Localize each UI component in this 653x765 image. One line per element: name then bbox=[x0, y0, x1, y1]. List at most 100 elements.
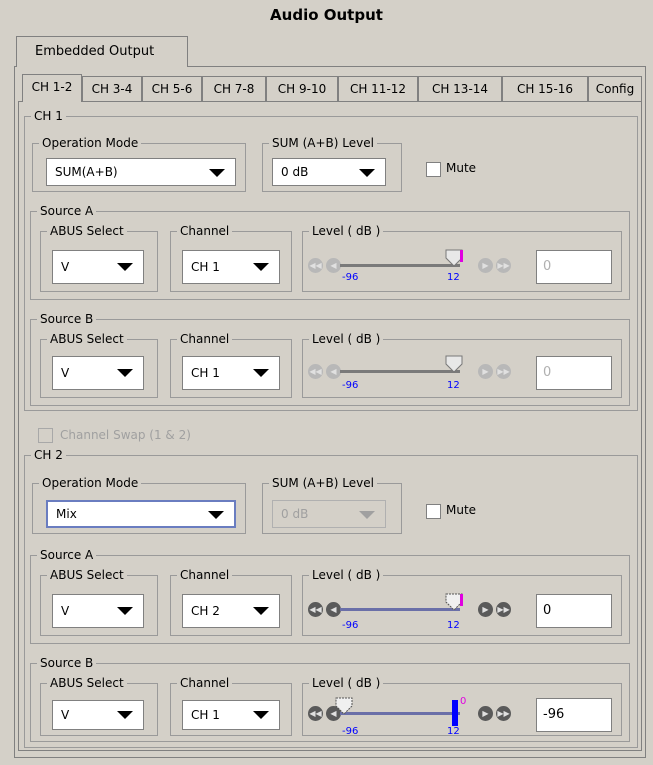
operation-mode-label: Operation Mode bbox=[42, 476, 139, 490]
level-value: 0 bbox=[543, 259, 552, 274]
abus-label: ABUS Select bbox=[50, 676, 124, 690]
tab-config[interactable]: Config bbox=[588, 76, 642, 101]
ch1a-abus-select[interactable]: V bbox=[52, 250, 144, 284]
source-a-legend: Source A bbox=[40, 204, 94, 218]
tab-ch-7-8[interactable]: CH 7-8 bbox=[202, 76, 266, 101]
selected-value: V bbox=[61, 260, 70, 274]
tab-ch-11-12[interactable]: CH 11-12 bbox=[338, 76, 418, 101]
min-tick-label: -96 bbox=[342, 726, 359, 737]
tab-ch-5-6[interactable]: CH 5-6 bbox=[142, 76, 202, 101]
channel-label: Channel bbox=[180, 332, 230, 346]
level-value: 0 bbox=[543, 603, 552, 618]
sum-level-label: SUM (A+B) Level bbox=[272, 136, 374, 150]
abus-label: ABUS Select bbox=[50, 332, 124, 346]
ch2-mute-checkbox[interactable] bbox=[426, 504, 441, 519]
step-back-button[interactable]: ◀ bbox=[326, 602, 341, 617]
ch1-mute-label: Mute bbox=[446, 161, 477, 175]
level-slider-thumb[interactable] bbox=[334, 696, 354, 716]
tab-ch-9-10[interactable]: CH 9-10 bbox=[266, 76, 338, 101]
chevron-down-icon bbox=[253, 607, 269, 615]
operation-mode-label: Operation Mode bbox=[42, 136, 139, 150]
max-tick-label: 12 bbox=[447, 620, 460, 631]
ch1a-channel-select[interactable]: CH 1 bbox=[182, 250, 280, 284]
level-slider-track bbox=[340, 370, 460, 373]
tab-label: Embedded Output bbox=[35, 44, 155, 59]
channel-swap-checkbox[interactable] bbox=[38, 428, 53, 443]
selected-value: V bbox=[61, 708, 70, 722]
audio-output-panel: Audio Output Embedded Output CH 1-2 CH 3… bbox=[0, 0, 653, 765]
tab-ch-3-4[interactable]: CH 3-4 bbox=[82, 76, 142, 101]
chevron-down-icon bbox=[253, 263, 269, 271]
fast-rewind-button[interactable]: ◀◀ bbox=[308, 602, 323, 617]
source-a-legend: Source A bbox=[40, 548, 94, 562]
fast-forward-button[interactable]: ▶▶ bbox=[496, 706, 511, 721]
chevron-down-icon bbox=[117, 711, 133, 719]
level-label: Level ( dB ) bbox=[312, 676, 381, 690]
ch1b-level-input[interactable]: 0 bbox=[536, 356, 612, 390]
step-back-icon: ◀ bbox=[326, 258, 341, 273]
ch2-sum-level-select[interactable]: 0 dB bbox=[272, 500, 386, 528]
fast-rewind-icon: ◀◀ bbox=[308, 364, 323, 379]
selected-value: CH 1 bbox=[191, 260, 220, 274]
ch1b-abus-select[interactable]: V bbox=[52, 356, 144, 390]
level-slider-track bbox=[340, 712, 460, 715]
fast-rewind-button[interactable]: ◀◀ bbox=[308, 706, 323, 721]
ch1-operation-mode-select[interactable]: SUM(A+B) bbox=[46, 158, 236, 186]
selected-value: Mix bbox=[56, 507, 77, 521]
fast-forward-icon: ▶▶ bbox=[496, 258, 511, 273]
chevron-down-icon bbox=[253, 369, 269, 377]
selected-value: 0 dB bbox=[281, 507, 309, 521]
ch2a-channel-select[interactable]: CH 2 bbox=[182, 594, 280, 628]
selected-value: 0 dB bbox=[281, 165, 309, 179]
selected-value: V bbox=[61, 604, 70, 618]
chevron-down-icon bbox=[117, 607, 133, 615]
ch2-legend: CH 2 bbox=[34, 448, 63, 462]
ch2-operation-mode-select[interactable]: Mix bbox=[46, 500, 236, 528]
min-tick-label: -96 bbox=[342, 272, 359, 283]
step-forward-button[interactable]: ▶ bbox=[478, 602, 493, 617]
ch2a-level-input[interactable]: 0 bbox=[536, 594, 612, 628]
ch1-legend: CH 1 bbox=[34, 109, 63, 123]
level-value: -96 bbox=[543, 707, 565, 722]
level-slider-track bbox=[340, 608, 460, 611]
channel-swap-label: Channel Swap (1 & 2) bbox=[60, 428, 191, 442]
ch1b-channel-select[interactable]: CH 1 bbox=[182, 356, 280, 390]
fast-forward-button[interactable]: ▶▶ bbox=[496, 602, 511, 617]
peak-marker bbox=[460, 594, 463, 606]
ch2b-channel-select[interactable]: CH 1 bbox=[182, 700, 280, 730]
step-forward-icon: ▶ bbox=[478, 364, 493, 379]
selected-value: CH 1 bbox=[191, 366, 220, 380]
tab-ch-1-2[interactable]: CH 1-2 bbox=[22, 74, 82, 102]
fast-rewind-icon: ◀◀ bbox=[308, 258, 323, 273]
chevron-down-icon bbox=[253, 711, 269, 719]
step-forward-button[interactable]: ▶ bbox=[478, 706, 493, 721]
ch1a-level-input[interactable]: 0 bbox=[536, 250, 612, 284]
abus-label: ABUS Select bbox=[50, 568, 124, 582]
source-b-legend: Source B bbox=[40, 312, 94, 326]
ch1-sum-level-select[interactable]: 0 dB bbox=[272, 158, 386, 186]
channel-label: Channel bbox=[180, 676, 230, 690]
channel-label: Channel bbox=[180, 568, 230, 582]
ch1-mute-checkbox[interactable] bbox=[426, 162, 441, 177]
max-tick-label: 12 bbox=[447, 380, 460, 391]
chevron-down-icon bbox=[208, 511, 224, 519]
ch2a-abus-select[interactable]: V bbox=[52, 594, 144, 628]
level-label: Level ( dB ) bbox=[312, 332, 381, 346]
marker-label: 0 bbox=[460, 696, 467, 707]
selected-value: SUM(A+B) bbox=[55, 165, 118, 179]
level-label: Level ( dB ) bbox=[312, 568, 381, 582]
ch2b-abus-select[interactable]: V bbox=[52, 700, 144, 730]
tab-ch-13-14[interactable]: CH 13-14 bbox=[418, 76, 502, 101]
step-forward-icon: ▶ bbox=[478, 258, 493, 273]
selected-value: CH 1 bbox=[191, 708, 220, 722]
chevron-down-icon bbox=[209, 169, 225, 177]
sum-level-label: SUM (A+B) Level bbox=[272, 476, 374, 490]
level-marker bbox=[452, 700, 458, 726]
selected-value: CH 2 bbox=[191, 604, 220, 618]
tab-ch-15-16[interactable]: CH 15-16 bbox=[502, 76, 588, 101]
max-tick-label: 12 bbox=[447, 272, 460, 283]
chevron-down-icon bbox=[117, 369, 133, 377]
ch2b-level-input[interactable]: -96 bbox=[536, 698, 612, 732]
tab-embedded-output[interactable]: Embedded Output bbox=[16, 36, 188, 67]
step-back-icon: ◀ bbox=[326, 364, 341, 379]
